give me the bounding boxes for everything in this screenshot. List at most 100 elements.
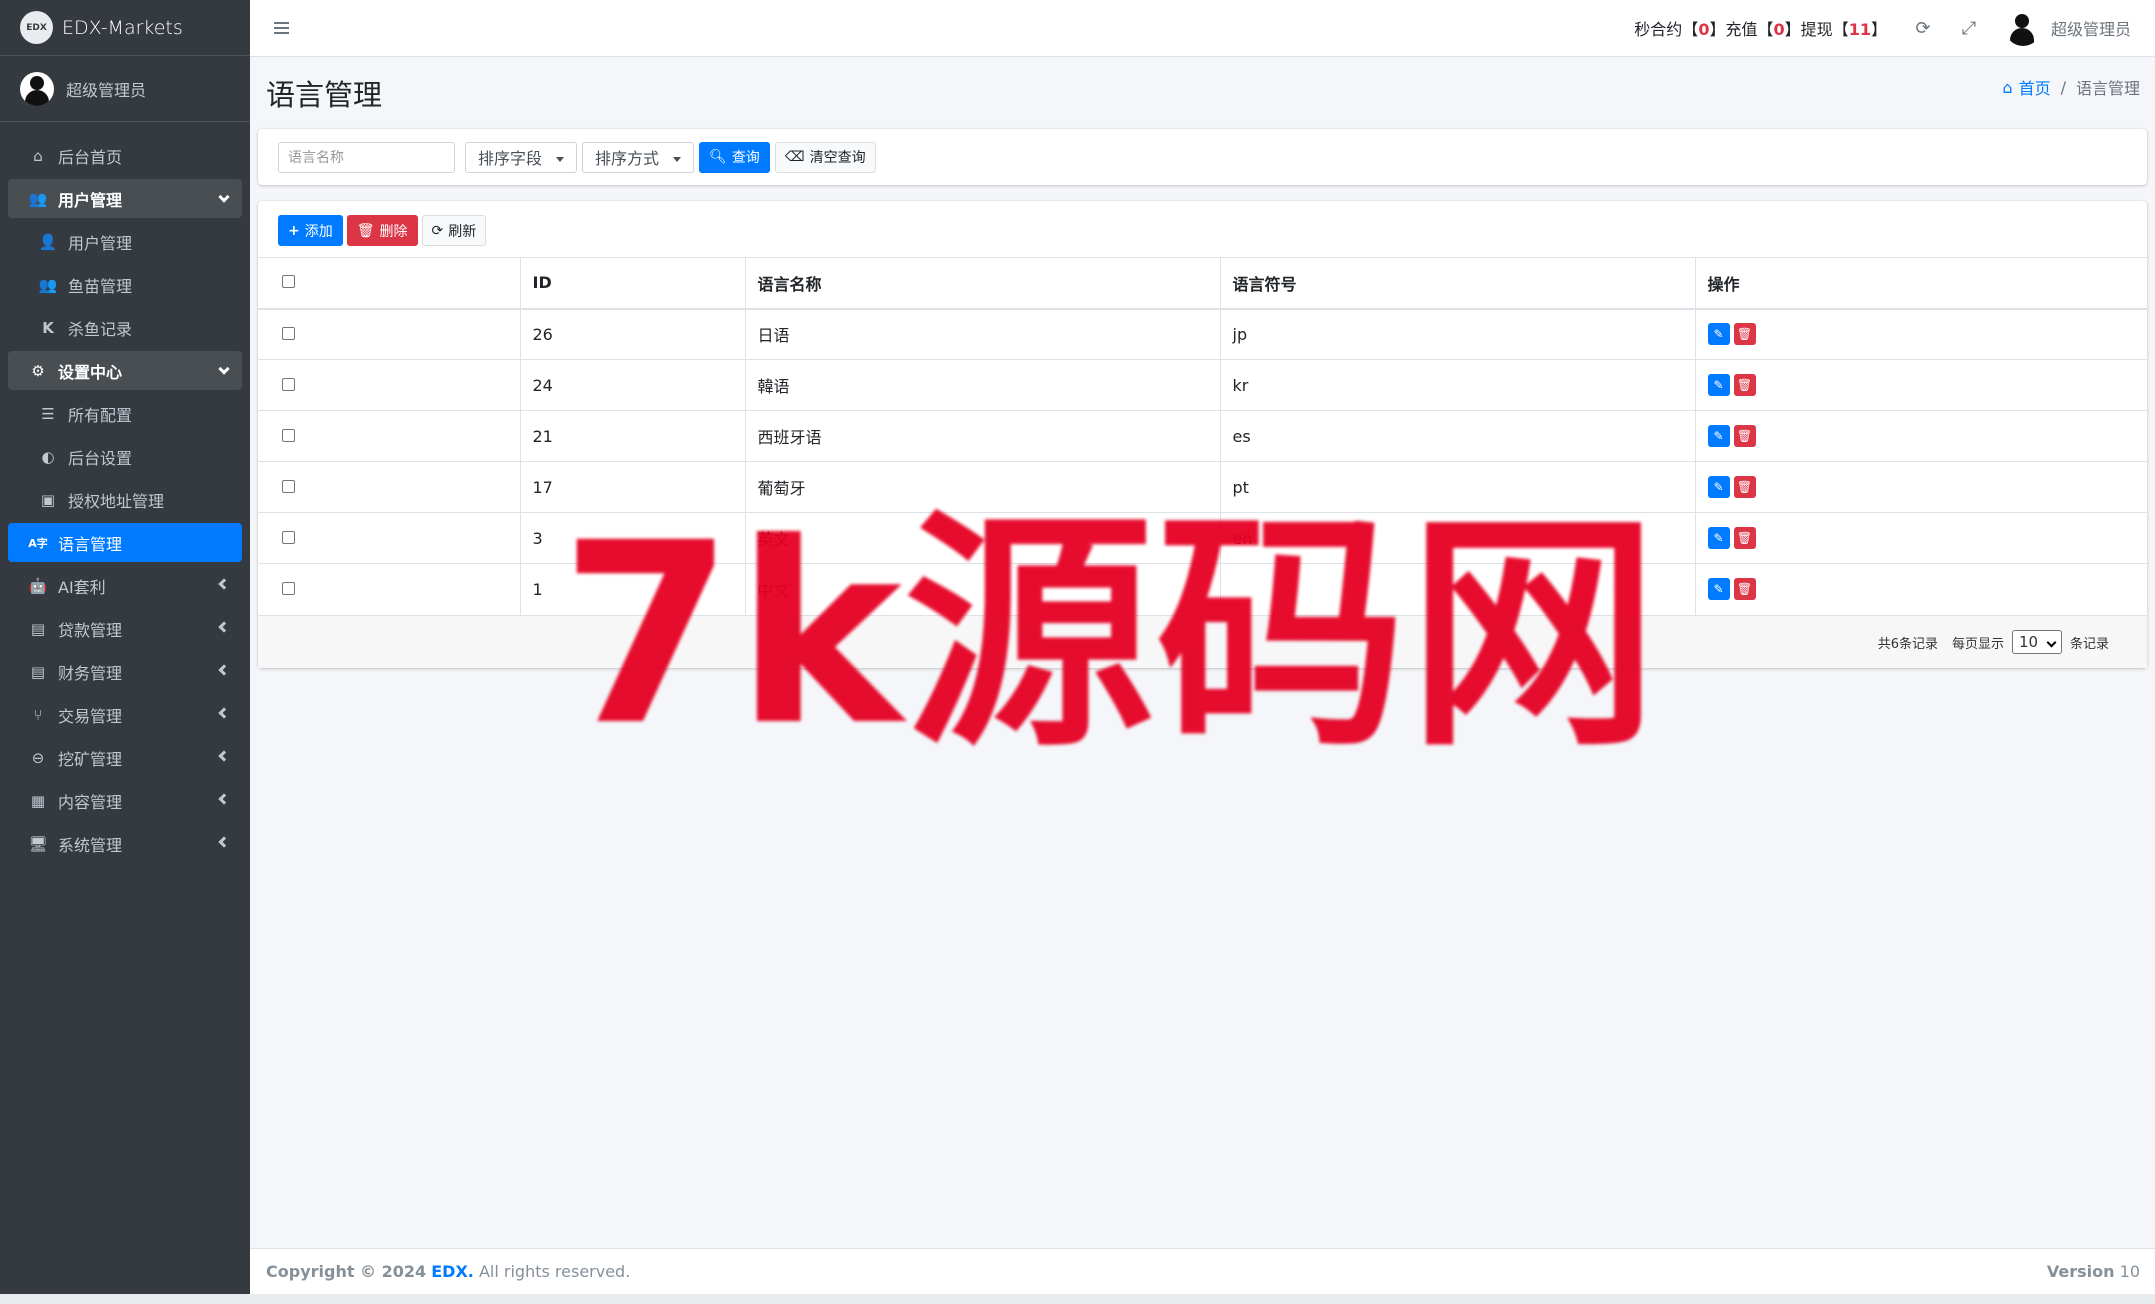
page-size-select[interactable]: 10 <box>2011 630 2062 654</box>
clear-search-button[interactable]: ⌫ 清空查询 <box>774 141 876 173</box>
row-select-cell <box>258 512 520 564</box>
row-select-cell <box>258 359 520 411</box>
row-checkbox[interactable] <box>282 428 295 442</box>
breadcrumb-current: 语言管理 <box>2075 79 2140 98</box>
order-stats[interactable]: 秒合约【0】充值【0】提现【11】 <box>1634 16 1887 40</box>
trash-icon: 🗑︎ <box>356 222 375 239</box>
sidebar-item-content[interactable]: ▦ 内容管理 <box>8 781 242 820</box>
user-panel[interactable]: 超级管理员 <box>0 56 250 122</box>
sidebar-item-label: 用户管理 <box>58 190 123 210</box>
version-info: Version 10 <box>2047 1262 2140 1281</box>
search-button[interactable]: 🔍︎ 查询 <box>699 141 770 173</box>
sidebar-item-system[interactable]: 🖥 系统管理 <box>8 824 242 863</box>
refresh-button-label: 刷新 <box>448 223 477 240</box>
cell-actions: ✎ 🗑︎ <box>1694 359 2147 411</box>
refresh-button[interactable]: ⟳ 刷新 <box>421 215 487 246</box>
edit-icon[interactable]: ✎ <box>1707 425 1730 447</box>
fork-icon: ⑂ <box>33 705 43 724</box>
sidebar-item-user-management[interactable]: 👥 用户管理 <box>8 179 242 218</box>
trash-icon[interactable]: 🗑︎ <box>1733 527 1756 549</box>
sidebar-item-label: 杀鱼记录 <box>68 319 133 339</box>
sidebar-item-label: 所有配置 <box>68 405 133 425</box>
trash-icon[interactable]: 🗑︎ <box>1733 323 1756 346</box>
trash-icon[interactable]: 🗑︎ <box>1733 425 1756 447</box>
menu-toggle-icon[interactable] <box>274 22 289 34</box>
sidebar-item-ai-arbitrage[interactable]: 🤖 AI套利 <box>8 566 242 605</box>
edit-icon[interactable]: ✎ <box>1707 578 1730 601</box>
sidebar-item-all-configs[interactable]: ☰ 所有配置 <box>8 394 242 433</box>
sort-order-label: 排序方式 <box>595 149 660 168</box>
edit-icon[interactable]: ✎ <box>1707 476 1730 498</box>
contrast-icon: ◐ <box>41 447 55 466</box>
total-records: 共6条记录 <box>1877 636 1938 652</box>
page-footer: Copyright © 2024 EDX. All rights reserve… <box>250 1248 2155 1294</box>
sidebar-item-finance[interactable]: ▤ 财务管理 <box>8 652 242 691</box>
sidebar-item-mining[interactable]: ⊖ 挖矿管理 <box>8 738 242 777</box>
fullscreen-icon[interactable]: ⤢ <box>1959 18 1979 39</box>
gears-icon: ⚙ <box>31 361 45 380</box>
edit-icon[interactable]: ✎ <box>1707 323 1730 346</box>
sidebar-item-admin-settings[interactable]: ◐ 后台设置 <box>8 437 242 476</box>
sidebar-item-settings-center[interactable]: ⚙ 设置中心 <box>8 351 242 390</box>
edit-icon[interactable]: ✎ <box>1707 527 1730 549</box>
sidebar-item-kill-records[interactable]: K 杀鱼记录 <box>8 308 242 347</box>
column-header-symbol[interactable]: 语言符号 <box>1219 257 1695 310</box>
refresh-icon[interactable]: ⟳ <box>1913 18 1933 39</box>
sidebar-item-label: 交易管理 <box>58 706 123 726</box>
avatar <box>20 71 54 106</box>
brand-link[interactable]: EDX EDX-Markets <box>0 0 250 56</box>
breadcrumb: ⌂ 首页 / 语言管理 <box>2002 75 2140 99</box>
row-checkbox[interactable] <box>282 326 295 340</box>
sidebar-item-address-auth[interactable]: ▣ 授权地址管理 <box>8 480 242 519</box>
sidebar-item-language[interactable]: A字 语言管理 <box>8 523 242 562</box>
add-button[interactable]: + 添加 <box>278 215 343 246</box>
stat-value-recharge: 0 <box>1773 20 1785 39</box>
chevron-down-icon <box>218 189 230 205</box>
chevron-left-icon <box>218 705 230 721</box>
breadcrumb-home-label: 首页 <box>2018 79 2051 98</box>
chevron-left-icon <box>218 834 230 850</box>
cell-id: 26 <box>519 308 745 360</box>
sidebar-item-label: 后台首页 <box>58 147 123 167</box>
copyright-text: Copyright © 2024 <box>266 1262 427 1281</box>
row-checkbox[interactable] <box>282 581 295 595</box>
caret-down-icon <box>673 156 682 162</box>
version-label: Version <box>2046 1262 2115 1281</box>
table-row: 26 日语 jp ✎ 🗑︎ <box>258 308 2147 360</box>
breadcrumb-home[interactable]: ⌂ 首页 <box>2002 75 2050 99</box>
search-input[interactable]: 语言名称 <box>278 141 455 173</box>
delete-button[interactable]: 🗑︎ 删除 <box>346 215 418 246</box>
row-checkbox[interactable] <box>282 377 295 391</box>
sidebar-item-fish[interactable]: 👥 鱼苗管理 <box>8 265 242 304</box>
sidebar-item-loans[interactable]: ▤ 贷款管理 <box>8 609 242 648</box>
chevron-left-icon <box>218 791 230 807</box>
sort-order-select[interactable]: 排序方式 <box>582 141 695 173</box>
bottom-strip <box>0 1294 2155 1304</box>
per-page-label: 每页显示 <box>1951 636 2004 652</box>
sort-field-select[interactable]: 排序字段 <box>465 141 578 173</box>
column-header-id[interactable]: ID <box>519 257 745 310</box>
trash-icon[interactable]: 🗑︎ <box>1733 578 1756 601</box>
top-user-name[interactable]: 超级管理员 <box>2051 16 2131 40</box>
sidebar-item-label: 挖矿管理 <box>58 749 123 769</box>
sidebar-item-trading[interactable]: ⑂ 交易管理 <box>8 695 242 734</box>
trash-icon[interactable]: 🗑︎ <box>1733 374 1756 396</box>
brand-logo: EDX <box>20 11 53 44</box>
select-all-checkbox[interactable] <box>282 275 295 289</box>
sidebar-item-users[interactable]: 👤 用户管理 <box>8 222 242 261</box>
chevron-down-icon <box>218 361 230 377</box>
footer-brand-link[interactable]: EDX. <box>431 1262 474 1281</box>
sidebar-item-label: 系统管理 <box>58 835 123 855</box>
trash-icon[interactable]: 🗑︎ <box>1733 476 1756 498</box>
sidebar-item-dashboard[interactable]: ⌂ 后台首页 <box>8 136 242 175</box>
sidebar-item-label: 贷款管理 <box>58 620 123 640</box>
edit-icon[interactable]: ✎ <box>1707 374 1730 396</box>
column-header-name[interactable]: 语言名称 <box>744 257 1220 310</box>
row-checkbox[interactable] <box>282 530 295 544</box>
sidebar-item-label: 鱼苗管理 <box>68 276 133 296</box>
avatar[interactable] <box>2004 10 2041 46</box>
sidebar-item-label: 设置中心 <box>58 362 123 382</box>
sort-field-label: 排序字段 <box>478 149 543 168</box>
row-checkbox[interactable] <box>282 479 295 493</box>
sidebar-user-name: 超级管理员 <box>66 80 147 100</box>
